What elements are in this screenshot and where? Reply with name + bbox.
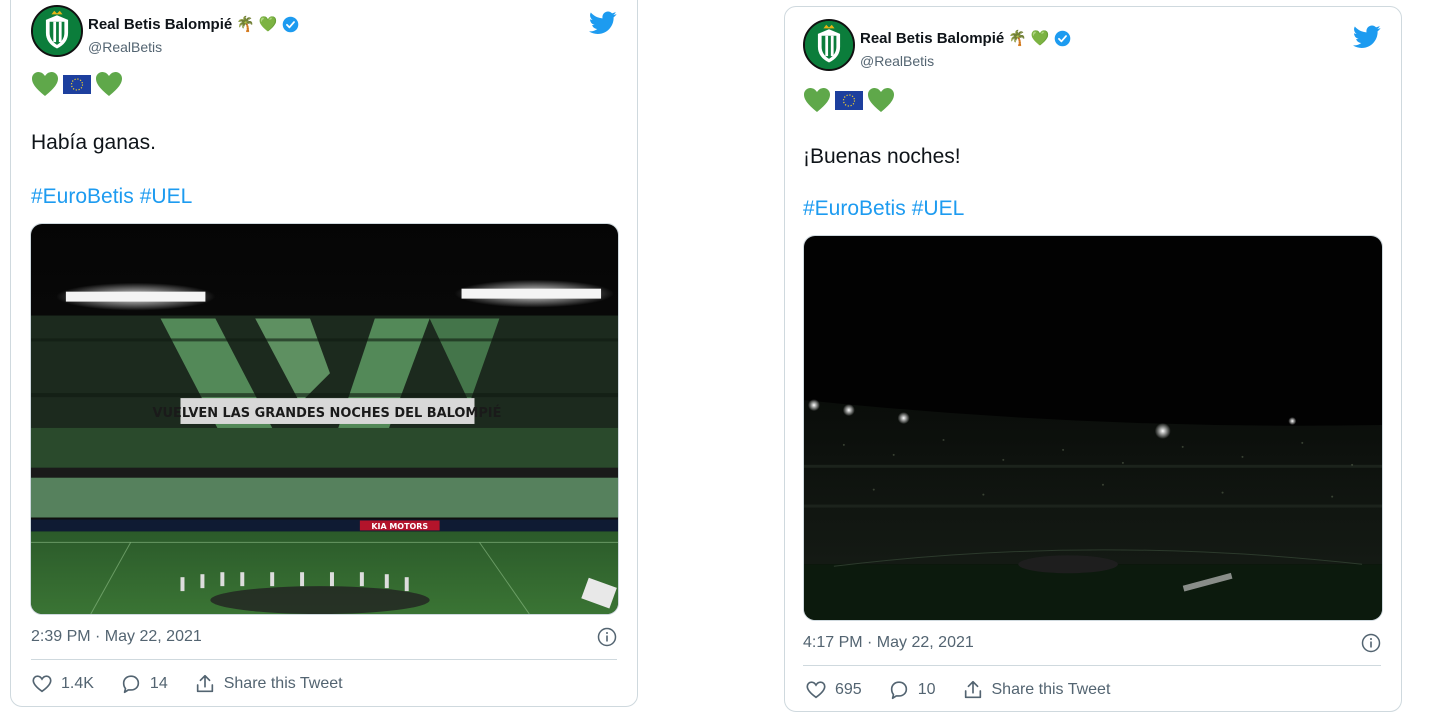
emoji-line [31, 71, 123, 97]
share-button[interactable]: Share this Tweet [194, 673, 343, 695]
emoji-line [803, 87, 895, 113]
share-label: Share this Tweet [991, 681, 1111, 698]
green-heart-icon [867, 87, 895, 113]
author-display-name[interactable]: Real Betis Balompié [860, 30, 1004, 47]
reply-bubble-icon [122, 675, 140, 694]
hashtags: #EuroBetis #UEL [803, 197, 964, 221]
tweet-text: ¡Buenas noches! [803, 145, 961, 168]
info-icon[interactable] [597, 627, 617, 647]
avatar[interactable] [803, 19, 855, 71]
hashtag-link[interactable]: #UEL [912, 197, 965, 221]
green-heart-icon: 💚 [1030, 30, 1050, 47]
twitter-logo-icon[interactable] [589, 11, 617, 35]
share-icon [964, 680, 981, 699]
tweet-meta: 4:17 PM · May 22, 2021 [803, 633, 1381, 653]
reply-button[interactable]: 14 [120, 673, 168, 695]
info-icon[interactable] [1361, 633, 1381, 653]
like-button[interactable]: 1.4K [31, 673, 94, 695]
eu-flag-icon [63, 74, 91, 94]
hashtags: #EuroBetis #UEL [31, 185, 192, 209]
reply-button[interactable]: 10 [888, 679, 936, 701]
tweet-timestamp[interactable]: 4:17 PM · May 22, 2021 [803, 634, 974, 652]
ad-board-text: KIA MOTORS [371, 522, 428, 531]
like-button[interactable]: 695 [805, 679, 862, 701]
author-handle[interactable]: @RealBetis [88, 39, 162, 55]
hashtag-link[interactable]: #EuroBetis [803, 197, 906, 221]
palm-tree-icon: 🌴 [236, 16, 255, 33]
green-heart-icon: 💚 [258, 16, 278, 33]
tweet-header: Real Betis Balompié 🌴 💚 @RealBetis [31, 5, 617, 59]
divider [803, 665, 1381, 666]
tweet-text: Había ganas. [31, 131, 156, 154]
twitter-logo-icon[interactable] [1353, 25, 1381, 49]
tweet-photo[interactable] [803, 235, 1383, 621]
verified-badge-icon [1054, 30, 1071, 47]
tweet-header: Real Betis Balompié 🌴 💚 @RealBetis [803, 19, 1381, 73]
tweet-card[interactable]: Real Betis Balompié 🌴 💚 @RealBetis ¡Buen… [784, 6, 1402, 712]
tweet-actions: 695 10 Share this Tweet [805, 679, 1136, 701]
avatar[interactable] [31, 5, 83, 57]
hashtag-link[interactable]: #UEL [140, 185, 193, 209]
tweet-actions: 1.4K 14 Share this Tweet [31, 673, 369, 695]
hashtag-link[interactable]: #EuroBetis [31, 185, 134, 209]
like-count: 1.4K [61, 675, 94, 692]
reply-count: 14 [149, 675, 168, 692]
share-button[interactable]: Share this Tweet [962, 679, 1111, 701]
palm-tree-icon: 🌴 [1008, 30, 1027, 47]
divider [31, 659, 617, 660]
green-heart-icon [31, 71, 59, 97]
like-count: 695 [835, 681, 862, 698]
heart-outline-icon [32, 675, 52, 693]
verified-badge-icon [282, 16, 299, 33]
eu-flag-icon [835, 90, 863, 110]
reply-count: 10 [917, 681, 936, 698]
stadium-banner-text: VUELVEN LAS GRANDES NOCHES DEL BALOMPIÉ [152, 405, 501, 421]
tweet-meta: 2:39 PM · May 22, 2021 [31, 627, 617, 647]
author-handle[interactable]: @RealBetis [860, 53, 934, 69]
heart-outline-icon [806, 681, 826, 699]
reply-bubble-icon [890, 681, 907, 700]
tweet-timestamp[interactable]: 2:39 PM · May 22, 2021 [31, 628, 202, 646]
author-display-name[interactable]: Real Betis Balompié [88, 16, 232, 33]
share-label: Share this Tweet [223, 675, 343, 692]
tweet-photo[interactable]: VUELVEN LAS GRANDES NOCHES DEL BALOMPIÉ … [30, 223, 619, 615]
tweet-card[interactable]: Real Betis Balompié 🌴 💚 @RealBetis Había… [10, 0, 638, 707]
green-heart-icon [803, 87, 831, 113]
share-icon [196, 674, 213, 693]
green-heart-icon [95, 71, 123, 97]
